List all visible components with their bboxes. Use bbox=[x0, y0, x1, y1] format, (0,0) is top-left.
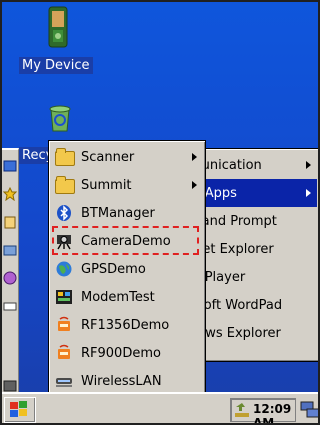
menu-item-label: Summit bbox=[81, 177, 132, 193]
rfid-icon bbox=[55, 344, 73, 362]
menu-item-gpsdemo[interactable]: GPSDemo bbox=[51, 255, 203, 283]
help-icon bbox=[3, 271, 17, 285]
demo-apps-submenu: Scanner Summit BTManager CameraDemo GPSD… bbox=[48, 140, 206, 397]
start-menu-item-favorites[interactable] bbox=[2, 182, 18, 210]
chevron-right-icon bbox=[192, 153, 197, 161]
menu-item-modemtest[interactable]: ModemTest bbox=[51, 283, 203, 311]
menu-item-label: CameraDemo bbox=[81, 233, 171, 249]
taskbar: 12:09 AM bbox=[2, 392, 320, 423]
menu-item-label: BTManager bbox=[81, 205, 155, 221]
programs-icon bbox=[3, 160, 17, 172]
sync-icon[interactable] bbox=[233, 401, 251, 419]
start-menu-item-help[interactable] bbox=[2, 266, 18, 294]
recycle-bin-icon bbox=[48, 105, 72, 133]
menu-item-label: RF1356Demo bbox=[81, 317, 170, 333]
menu-item-camerademo[interactable]: CameraDemo bbox=[51, 227, 203, 255]
menu-item-summit[interactable]: Summit bbox=[51, 171, 203, 199]
menu-item-label: Scanner bbox=[81, 149, 135, 165]
chevron-right-icon bbox=[306, 161, 311, 169]
bluetooth-icon bbox=[55, 204, 73, 222]
start-button[interactable] bbox=[4, 397, 36, 423]
start-menu-item-settings[interactable] bbox=[2, 238, 18, 266]
system-tray: 12:09 AM bbox=[230, 398, 296, 423]
chevron-right-icon bbox=[306, 189, 311, 197]
clock[interactable]: 12:09 AM bbox=[253, 402, 295, 423]
globe-icon bbox=[55, 260, 73, 278]
settings-icon bbox=[3, 245, 17, 256]
camera-icon bbox=[55, 232, 73, 250]
run-icon bbox=[3, 302, 17, 311]
modem-icon bbox=[55, 288, 73, 306]
rfid-icon bbox=[55, 316, 73, 334]
menu-item-label: GPSDemo bbox=[81, 261, 146, 277]
menu-item-rf1356demo[interactable]: RF1356Demo bbox=[51, 311, 203, 339]
menu-item-rf900demo[interactable]: RF900Demo bbox=[51, 339, 203, 367]
start-menu-item-documents[interactable] bbox=[2, 210, 18, 238]
menu-item-label: WirelessLAN bbox=[81, 373, 162, 389]
windows-logo-icon bbox=[10, 401, 27, 417]
favorites-icon bbox=[3, 187, 17, 201]
desktop-icon-label: My Device bbox=[19, 57, 93, 74]
menu-item-wirelesslan[interactable]: WirelessLAN bbox=[51, 367, 203, 395]
folder-icon bbox=[55, 176, 75, 194]
desktop-icon-my-device[interactable]: My Device bbox=[2, 2, 112, 82]
screen-frame: My Device Recycle Bin bbox=[0, 0, 320, 425]
desktop: My Device Recycle Bin bbox=[2, 2, 318, 423]
folder-icon bbox=[55, 148, 75, 166]
chevron-right-icon bbox=[192, 181, 197, 189]
network-tray-icon[interactable] bbox=[299, 400, 320, 420]
menu-item-scanner[interactable]: Scanner bbox=[51, 143, 203, 171]
documents-icon bbox=[4, 216, 16, 229]
start-menu-item-programs[interactable] bbox=[2, 154, 18, 182]
start-menu-item-run[interactable] bbox=[2, 294, 18, 322]
pda-device-icon bbox=[47, 6, 69, 48]
network-icon bbox=[55, 372, 73, 390]
menu-item-btmanager[interactable]: BTManager bbox=[51, 199, 203, 227]
start-menu bbox=[2, 148, 19, 420]
menu-item-label: ModemTest bbox=[81, 289, 155, 305]
suspend-icon bbox=[3, 380, 17, 392]
menu-item-label: RF900Demo bbox=[81, 345, 161, 361]
